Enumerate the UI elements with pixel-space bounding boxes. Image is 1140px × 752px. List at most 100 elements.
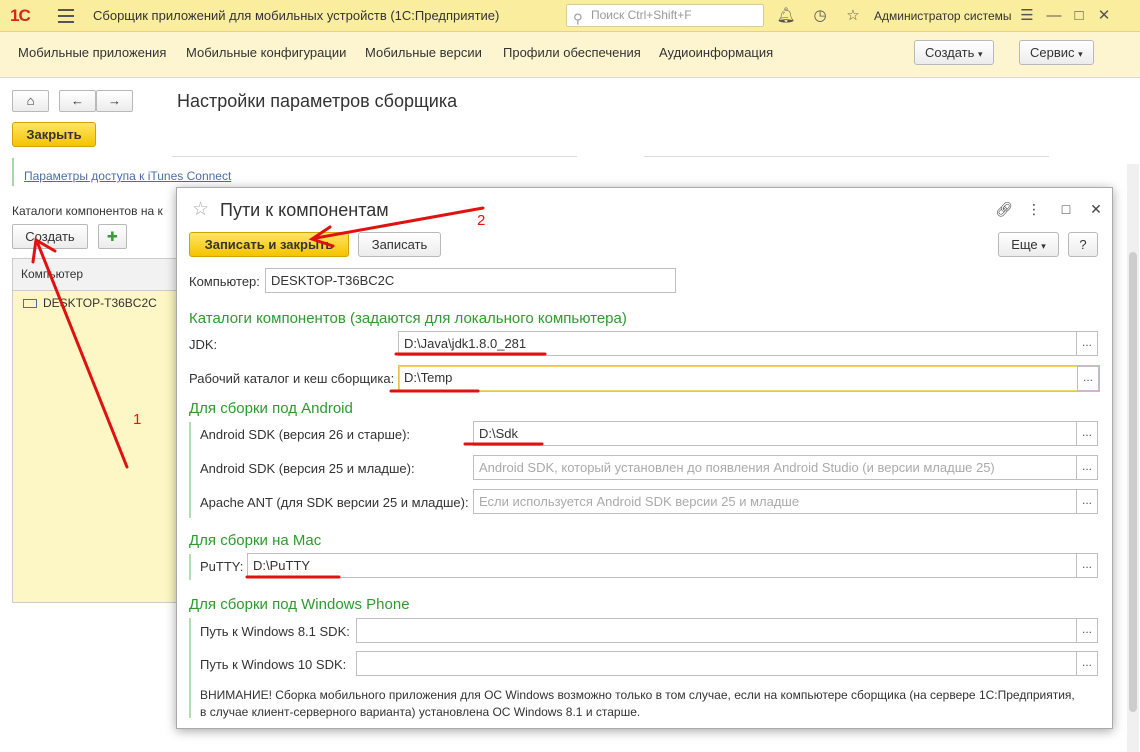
home-button[interactable]: ⌂: [12, 90, 49, 112]
computer-label: Компьютер:: [189, 274, 260, 289]
jdk-label: JDK:: [189, 337, 218, 352]
workdir-browse-button[interactable]: ...: [1077, 366, 1099, 391]
bell-icon[interactable]: 🔔︎: [776, 6, 796, 26]
sdk26-browse-button[interactable]: ...: [1076, 422, 1097, 445]
ant-placeholder: Если используется Android SDK версии 25 …: [479, 494, 800, 509]
chevron-down-icon: ▾: [1041, 241, 1046, 251]
workdir-field[interactable]: D:\Temp ...: [398, 365, 1100, 392]
windows-warning-text: ВНИМАНИЕ! Сборка мобильного приложения д…: [200, 688, 1075, 719]
home-icon: ⌂: [26, 93, 35, 108]
favorite-star-icon[interactable]: ☆: [192, 198, 209, 221]
maximize-icon[interactable]: □: [1057, 200, 1075, 218]
components-paths-dialog: ☆ Пути к компонентам 🔗︎ ⋮ □ ✕ Записать и…: [176, 187, 1113, 729]
section-android: Для сборки под Android: [189, 400, 353, 417]
annotation-number-2: 2: [477, 212, 486, 229]
group-bar: [189, 618, 191, 718]
sdk26-value: D:\Sdk: [479, 426, 519, 441]
forward-button[interactable]: →: [96, 90, 133, 112]
service-dropdown-button[interactable]: Сервис ▾: [1019, 40, 1094, 65]
copy-button[interactable]: ✚: [98, 224, 127, 249]
close-form-button[interactable]: Закрыть: [12, 122, 96, 147]
close-icon[interactable]: ✕: [1087, 200, 1105, 218]
putty-value: D:\PuTTY: [253, 558, 311, 573]
more-label: Еще: [1011, 237, 1038, 252]
service-label: Сервис: [1030, 45, 1075, 60]
app-logo: 1С: [10, 6, 31, 25]
jdk-browse-button[interactable]: ...: [1076, 332, 1097, 355]
dialog-title: Пути к компонентам: [220, 200, 389, 220]
save-button[interactable]: Записать: [358, 232, 441, 257]
close-icon[interactable]: ✕: [1094, 6, 1114, 26]
nav-audio-info[interactable]: Аудиоинформация: [659, 45, 773, 60]
table-row[interactable]: DESKTOP-T36BC2C: [13, 291, 181, 313]
workdir-value: D:\Temp: [404, 370, 453, 385]
help-button[interactable]: ?: [1068, 232, 1098, 257]
column-header-computer[interactable]: Компьютер: [13, 259, 181, 291]
annotation-number-1: 1: [133, 411, 142, 428]
copy-add-icon: ✚: [107, 229, 118, 244]
sdk25-browse-button[interactable]: ...: [1076, 456, 1097, 479]
nav-mobile-configs[interactable]: Мобильные конфигурации: [186, 45, 346, 60]
section-local-catalogs: Каталоги компонентов (задаются для локал…: [189, 310, 627, 327]
jdk-value: D:\Java\jdk1.8.0_281: [404, 336, 527, 351]
back-button[interactable]: ←: [59, 90, 96, 112]
chevron-down-icon: ▾: [978, 49, 983, 59]
sections-panel: Мобильные приложения Мобильные конфигура…: [0, 32, 1140, 78]
history-icon[interactable]: ◷: [810, 6, 830, 26]
scrollbar-thumb[interactable]: [1129, 252, 1137, 712]
win10-label: Путь к Windows 10 SDK:: [200, 657, 347, 672]
win81-field[interactable]: ...: [356, 618, 1098, 643]
nav-mobile-apps[interactable]: Мобильные приложения: [18, 45, 166, 60]
title-bar: 1С Сборщик приложений для мобильных устр…: [0, 0, 1140, 32]
nav-provisioning-profiles[interactable]: Профили обеспечения: [503, 45, 641, 60]
sdk25-placeholder: Android SDK, который установлен до появл…: [479, 460, 995, 475]
computer-field[interactable]: DESKTOP-T36BC2C: [265, 268, 676, 293]
ant-field[interactable]: Если используется Android SDK версии 25 …: [473, 489, 1098, 514]
arrow-right-icon: →: [108, 93, 121, 108]
sdk26-field[interactable]: D:\Sdk ...: [473, 421, 1098, 446]
group-bar: [189, 554, 191, 580]
putty-field[interactable]: D:\PuTTY ...: [247, 553, 1098, 578]
more-button[interactable]: Еще ▾: [998, 232, 1059, 257]
section-windows-phone: Для сборки под Windows Phone: [189, 596, 410, 613]
group-bar: [189, 422, 191, 518]
search-input[interactable]: ⚲ Поиск Ctrl+Shift+F: [566, 4, 764, 27]
nav-mobile-versions[interactable]: Мобильные версии: [365, 45, 482, 60]
sdk25-label: Android SDK (версия 25 и младше):: [200, 461, 415, 476]
minimize-icon[interactable]: —: [1044, 6, 1064, 26]
page-title: Настройки параметров сборщика: [177, 91, 458, 111]
win10-field[interactable]: ...: [356, 651, 1098, 676]
favorites-icon[interactable]: ☆: [843, 6, 863, 26]
link-icon[interactable]: 🔗︎: [995, 200, 1013, 218]
create-catalog-button[interactable]: Создать: [12, 224, 88, 249]
maximize-icon[interactable]: □: [1069, 6, 1089, 26]
create-label: Создать: [925, 45, 975, 60]
search-placeholder: Поиск Ctrl+Shift+F: [591, 8, 692, 22]
computers-table[interactable]: Компьютер DESKTOP-T36BC2C: [12, 258, 182, 603]
win81-label: Путь к Windows 8.1 SDK:: [200, 624, 350, 639]
itunes-connect-link[interactable]: Параметры доступа к iTunes Connect: [12, 158, 231, 186]
win10-browse-button[interactable]: ...: [1076, 652, 1097, 675]
menu-icon[interactable]: [58, 9, 74, 23]
putty-browse-button[interactable]: ...: [1076, 554, 1097, 577]
ant-browse-button[interactable]: ...: [1076, 490, 1097, 513]
jdk-field[interactable]: D:\Java\jdk1.8.0_281 ...: [398, 331, 1098, 356]
create-dropdown-button[interactable]: Создать ▾: [914, 40, 994, 65]
row-computer-name: DESKTOP-T36BC2C: [43, 296, 157, 310]
section-mac: Для сборки на Mac: [189, 532, 322, 549]
vertical-scrollbar[interactable]: [1127, 164, 1139, 752]
win81-browse-button[interactable]: ...: [1076, 619, 1097, 642]
user-name[interactable]: Администратор системы: [874, 9, 1012, 23]
save-and-close-button[interactable]: Записать и закрыть: [189, 232, 349, 257]
divider: [644, 156, 1049, 157]
putty-label: PuTTY:: [200, 559, 244, 574]
catalog-label: Каталоги компонентов на к: [12, 204, 163, 218]
sdk25-field[interactable]: Android SDK, который установлен до появл…: [473, 455, 1098, 480]
divider: [172, 156, 577, 157]
arrow-left-icon: ←: [71, 93, 84, 108]
settings-menu-icon[interactable]: ☰: [1017, 6, 1037, 26]
more-vertical-icon[interactable]: ⋮: [1025, 200, 1043, 218]
chevron-down-icon: ▾: [1078, 49, 1083, 59]
app-title: Сборщик приложений для мобильных устройс…: [93, 8, 500, 23]
sdk26-label: Android SDK (версия 26 и старше):: [200, 427, 411, 442]
